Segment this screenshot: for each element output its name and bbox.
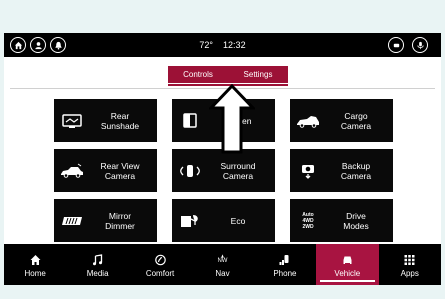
nav-apps[interactable]: Apps xyxy=(379,244,441,285)
nav-label: Apps xyxy=(400,268,419,278)
cargo-camera-icon xyxy=(290,113,326,129)
tile-label: Drive Modes xyxy=(343,210,369,231)
sunshade-icon xyxy=(54,113,90,129)
tile-rear-sunshade[interactable]: Rear Sunshade xyxy=(54,99,157,142)
bottom-nav: Home Media Comfort NW Nav Phone Vehicle xyxy=(4,244,441,285)
infotainment-screen: 72° 12:32 Controls Settings Rear Sunshad… xyxy=(4,33,441,285)
tile-eco[interactable]: Eco xyxy=(172,199,275,242)
apps-grid-icon xyxy=(403,252,416,266)
nav-label: Phone xyxy=(273,268,297,278)
surround-camera-icon xyxy=(172,163,208,179)
tile-drive-modes[interactable]: Auto 4WD 2WD Drive Modes xyxy=(290,199,393,242)
nav-label: Comfort xyxy=(145,268,175,278)
arrow-up-icon xyxy=(209,84,255,154)
clock: 12:32 xyxy=(223,40,246,50)
tile-label: Rear View Camera xyxy=(100,160,140,181)
rear-view-camera-icon xyxy=(54,163,90,179)
nav-home[interactable]: Home xyxy=(4,244,66,285)
tab-controls[interactable]: Controls xyxy=(168,66,228,83)
mirror-dimmer-icon xyxy=(54,213,90,229)
tile-label: Rear Sunshade xyxy=(100,110,140,131)
nav-media[interactable]: Media xyxy=(66,244,128,285)
tile-label: Backup Camera xyxy=(340,160,372,181)
phone-icon xyxy=(278,252,291,266)
comfort-icon xyxy=(154,252,167,266)
vehicle-icon xyxy=(341,252,354,266)
tile-backup-camera[interactable]: Backup Camera xyxy=(290,149,393,192)
backup-camera-icon xyxy=(290,163,326,179)
home-icon xyxy=(29,252,42,266)
tile-label: Mirror Dimmer xyxy=(105,210,135,231)
tab-settings[interactable]: Settings xyxy=(228,66,288,83)
compass-icon: NW xyxy=(217,252,227,266)
nav-label: Vehicle xyxy=(334,268,361,278)
tile-label: Eco xyxy=(230,215,246,226)
eco-icon xyxy=(172,213,208,229)
tile-label: Cargo Camera xyxy=(340,110,372,131)
tile-cargo-camera[interactable]: Cargo Camera xyxy=(290,99,393,142)
drive-modes-icon: Auto 4WD 2WD xyxy=(290,212,326,230)
status-bar: 72° 12:32 xyxy=(4,33,441,57)
nav-nav[interactable]: NW Nav xyxy=(191,244,253,285)
microphone-icon[interactable] xyxy=(412,37,428,53)
screen-off-icon xyxy=(172,112,208,129)
tile-label: Surround Camera xyxy=(220,160,256,181)
nav-label: Home xyxy=(24,268,46,278)
temperature: 72° xyxy=(199,40,214,50)
nav-label: Media xyxy=(86,268,109,278)
compass-heading: NW xyxy=(217,257,228,264)
tile-rear-view-camera[interactable]: Rear View Camera xyxy=(54,149,157,192)
tile-mirror-dimmer[interactable]: Mirror Dimmer xyxy=(54,199,157,242)
drive-mode-2wd: 2WD xyxy=(302,223,314,230)
device-icon[interactable] xyxy=(388,37,404,53)
tile-surround-camera[interactable]: Surround Camera xyxy=(172,149,275,192)
nav-label: Nav xyxy=(215,268,230,278)
tab-bar: Controls Settings xyxy=(168,66,288,83)
nav-vehicle[interactable]: Vehicle xyxy=(316,244,379,285)
status-readout: 72° 12:32 xyxy=(4,33,441,57)
nav-comfort[interactable]: Comfort xyxy=(129,244,191,285)
music-note-icon xyxy=(91,252,104,266)
nav-phone[interactable]: Phone xyxy=(254,244,316,285)
